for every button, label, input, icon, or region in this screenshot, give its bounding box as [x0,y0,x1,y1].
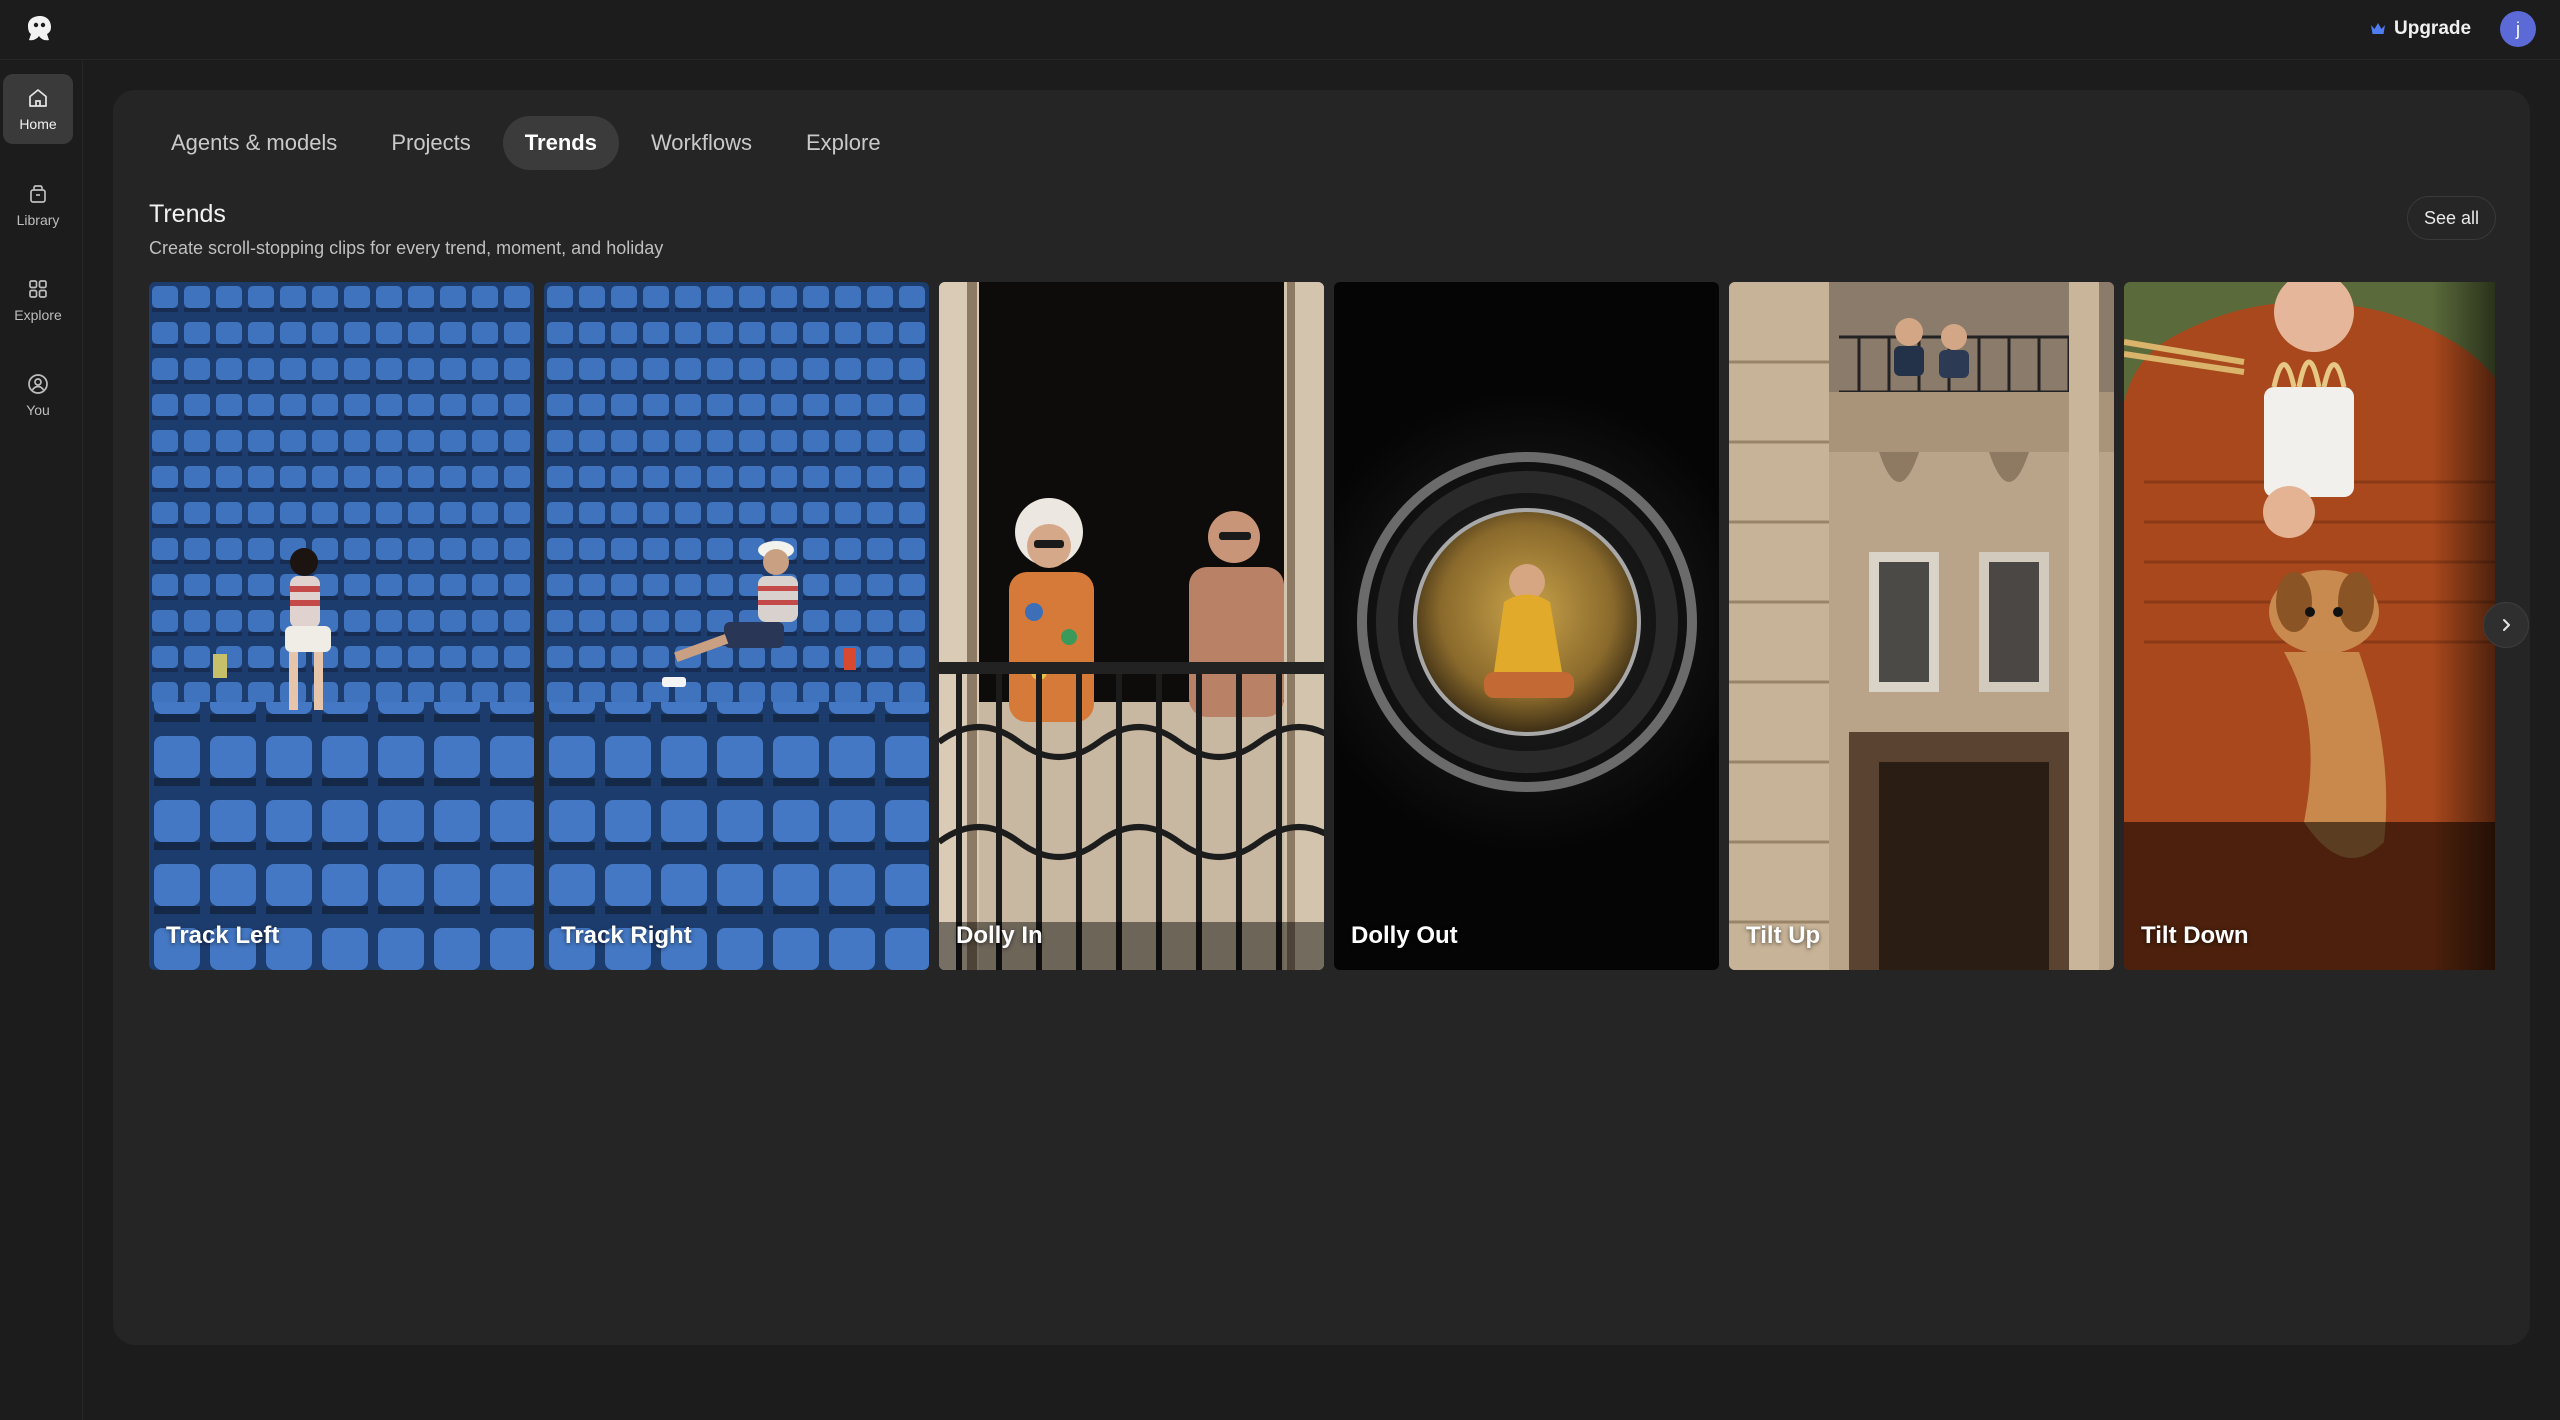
card-thumbnail [149,282,534,970]
trend-card-dolly-in[interactable]: Dolly In [939,282,1324,970]
crown-icon [2371,23,2385,34]
home-icon [29,89,47,107]
card-label: Track Right [561,922,692,949]
chevron-right-icon [2503,619,2510,631]
tab-explore[interactable]: Explore [784,116,903,170]
card-thumbnail [544,282,929,970]
sidebar-item-explore[interactable]: Explore [3,265,73,335]
card-label: Tilt Down [2141,922,2249,949]
sidebar-item-label: You [26,402,50,418]
top-bar: Upgrade j [0,0,2560,60]
card-label: Dolly In [956,922,1043,949]
card-label: Tilt Up [1746,922,1821,949]
trend-card-dolly-out[interactable]: Dolly Out [1334,282,1719,970]
card-label: Track Left [166,922,280,949]
card-thumbnail [1334,282,1719,970]
trend-card-track-right[interactable]: Track Right [544,282,929,970]
sidebar-item-library[interactable]: Library [3,170,73,240]
avatar[interactable]: j [2500,11,2536,47]
card-thumbnail [1729,282,2114,970]
section-title: Trends [149,200,226,228]
tab-trends[interactable]: Trends [502,116,619,170]
main-panel: Agents & models Projects Trends Workflow… [113,90,2530,1345]
card-label: Dolly Out [1351,922,1458,949]
grid-icon [29,280,47,298]
see-all-button[interactable]: See all [2407,196,2497,240]
card-thumbnail [939,282,1324,970]
tab-agents-models[interactable]: Agents & models [149,116,359,170]
tab-workflows[interactable]: Workflows [629,116,774,170]
tab-bar: Agents & models Projects Trends Workflow… [149,116,903,170]
upgrade-label: Upgrade [2394,18,2472,39]
carousel-next-button[interactable] [2483,602,2529,648]
logo-icon[interactable] [22,12,56,46]
trend-card-tilt-up[interactable]: Tilt Up [1729,282,2114,970]
sidebar-item-you[interactable]: You [3,360,73,430]
trend-carousel: Track Left Track Right Dolly In Dolly Ou… [149,282,2495,970]
section-subtitle: Create scroll-stopping clips for every t… [149,238,664,258]
trend-card-track-left[interactable]: Track Left [149,282,534,970]
upgrade-button[interactable]: Upgrade [2370,14,2471,44]
trend-card-tilt-down[interactable]: Tilt Down [2124,282,2495,970]
user-circle-icon [28,374,48,394]
sidebar: Home Library Explore You [0,60,83,1420]
tab-projects[interactable]: Projects [369,116,492,170]
sidebar-item-label: Home [19,116,57,132]
sidebar-item-home[interactable]: Home [3,74,73,144]
sidebar-item-label: Explore [14,307,62,323]
library-icon [30,185,46,203]
sidebar-item-label: Library [16,212,60,228]
card-thumbnail [2124,282,2495,970]
